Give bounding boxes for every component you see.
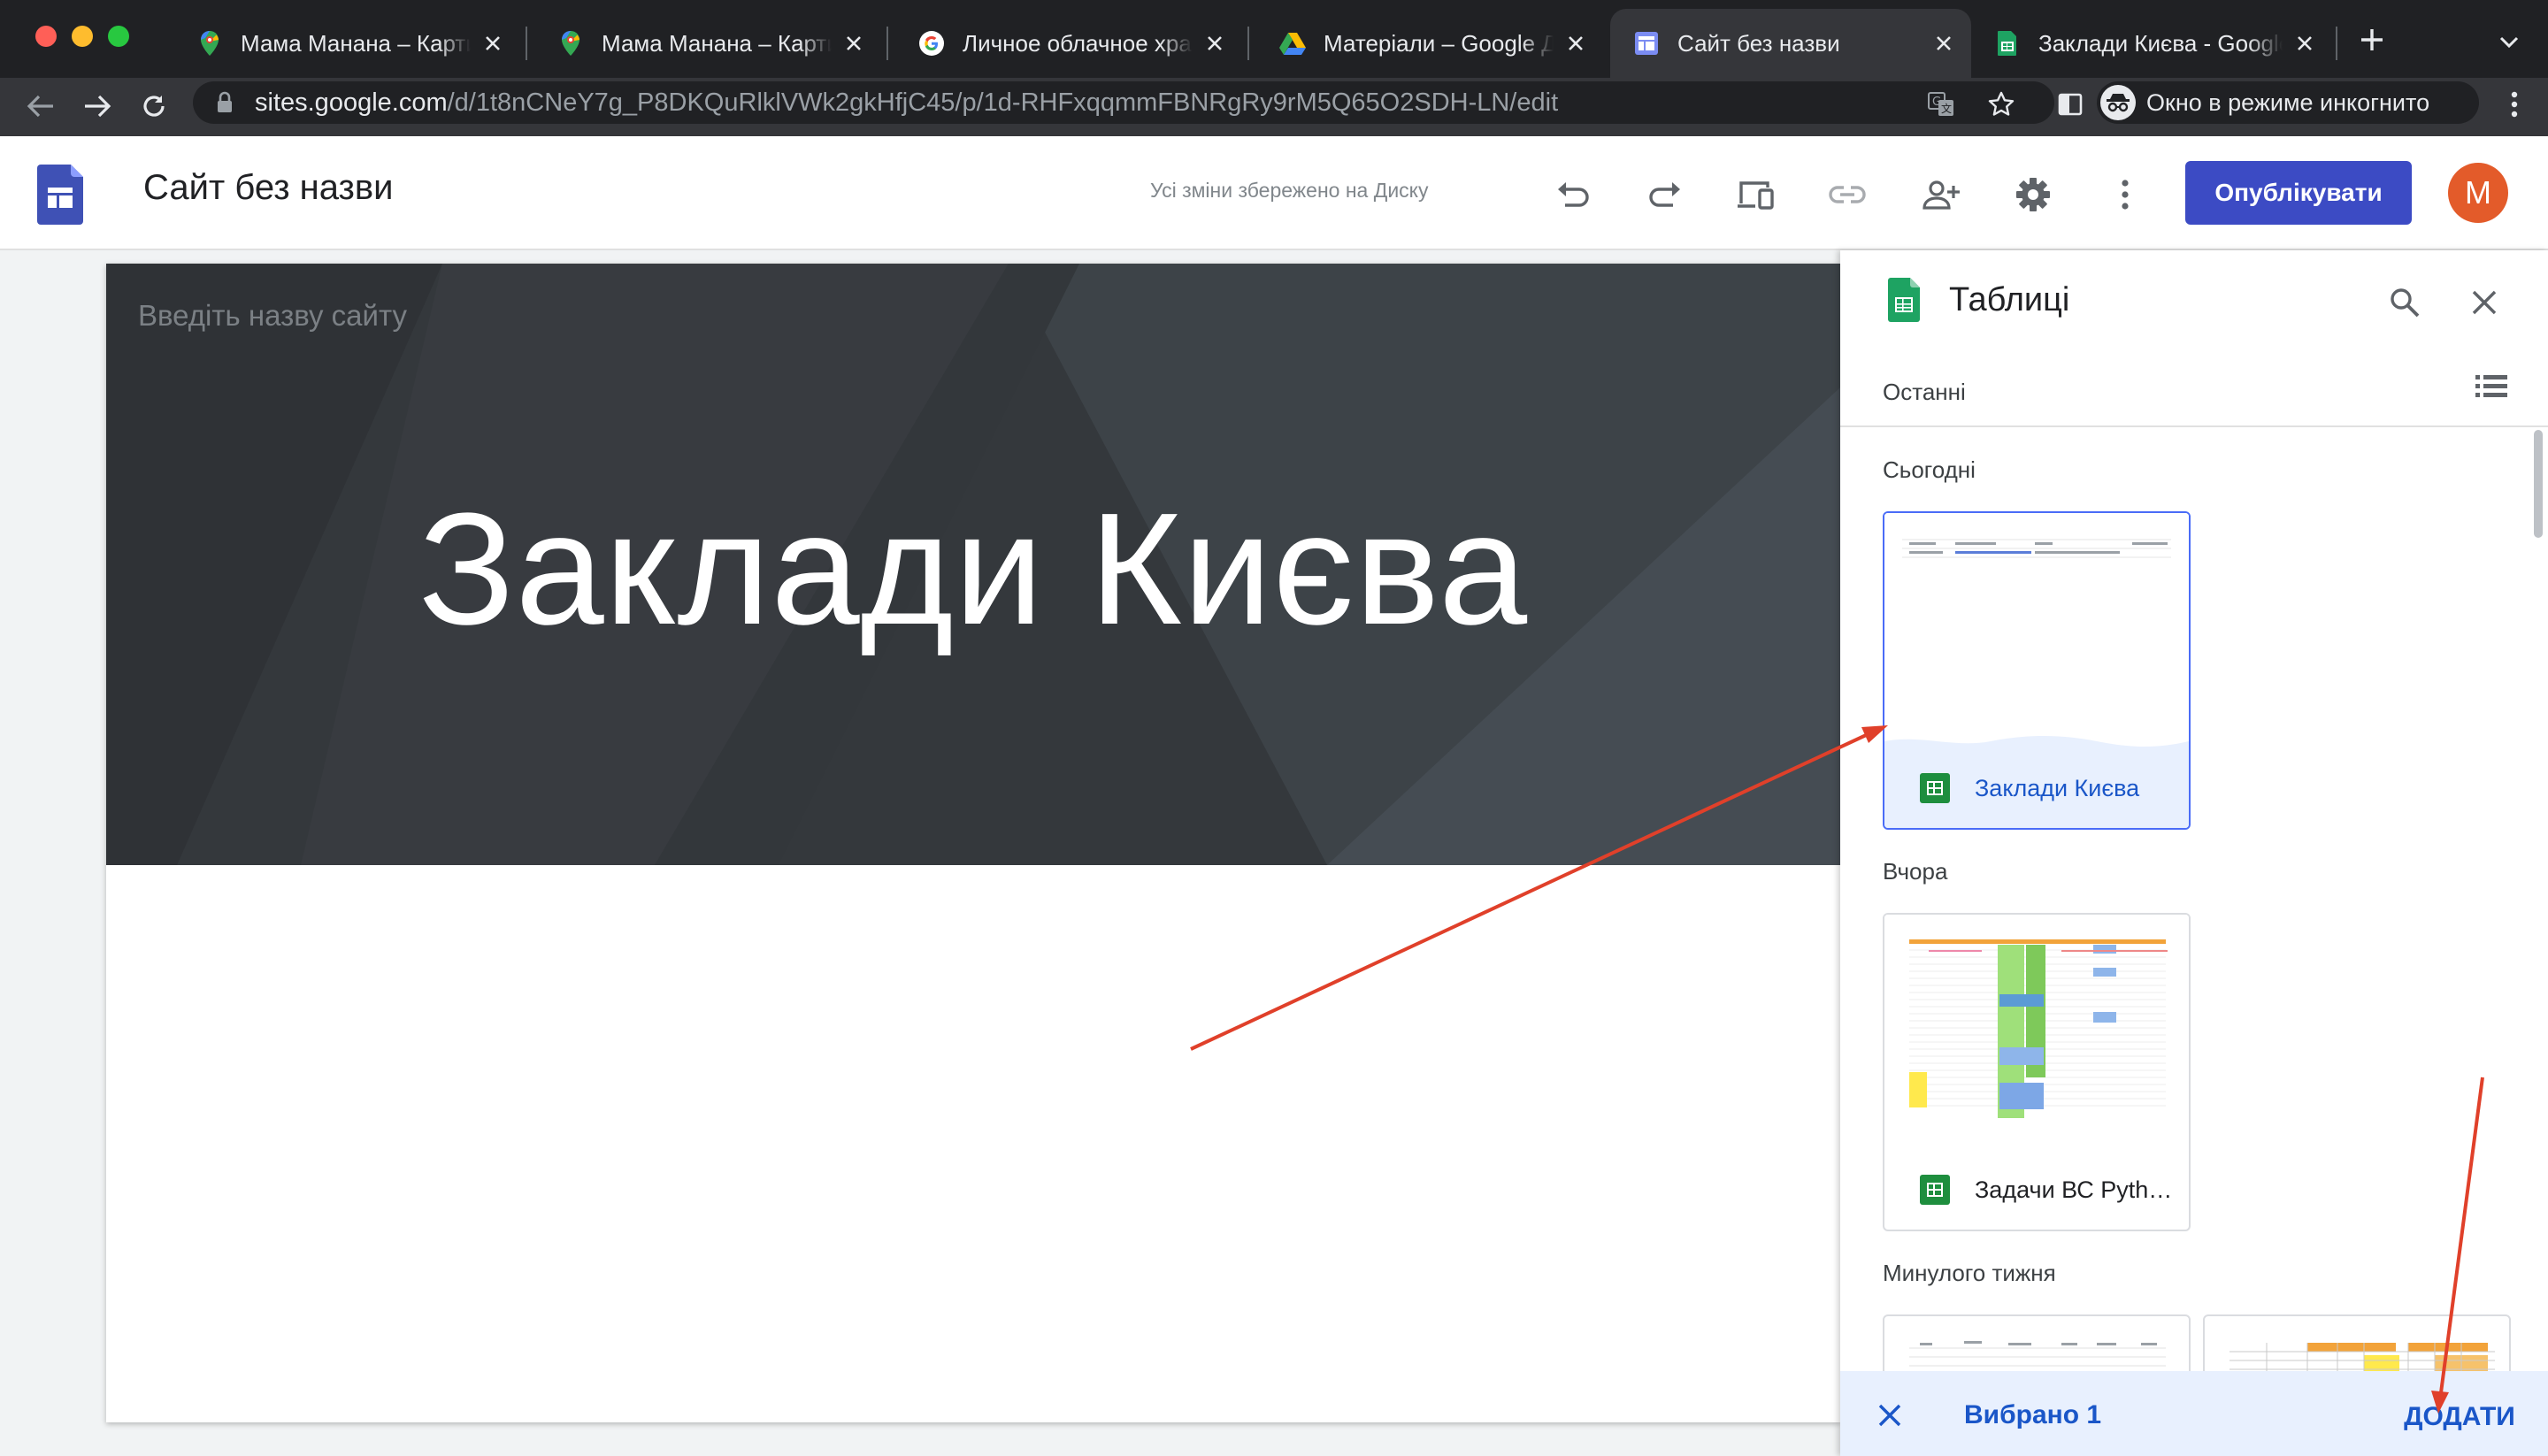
undo-icon[interactable] [1546, 168, 1600, 221]
browser-tab-google[interactable]: Личное облачное хранилище [895, 9, 1242, 78]
browser-tab-drive[interactable]: Матеріали – Google Диск [1256, 9, 1603, 78]
svg-text:文: 文 [1941, 102, 1952, 115]
side-panel-icon[interactable] [2053, 87, 2088, 122]
google-sheets-icon [1920, 773, 1950, 803]
incognito-label: Окно в режиме инкогнито [2146, 88, 2430, 116]
panel-scrollbar-track[interactable] [2532, 427, 2544, 1374]
tab-separator [886, 27, 888, 60]
file-thumbnail [2230, 1343, 2495, 1375]
redo-icon[interactable] [1639, 168, 1692, 221]
window-minimize-button[interactable] [72, 26, 93, 47]
file-card-footer: Задачи ВС Pyth… [1884, 1148, 2189, 1230]
tab-separator [2336, 27, 2337, 60]
site-title-placeholder[interactable]: Введіть назву сайту [138, 299, 407, 333]
panel-title: Таблиці [1949, 281, 2070, 318]
section-last-week: Минулого тижня [1883, 1260, 2056, 1286]
url-text: sites.google.com/d/1t8nCNeY7g_P8DKQuRlkl… [255, 88, 1558, 118]
url-path: /d/1t8nCNeY7g_P8DKQuRlklVWk2gkHfjC45/p/1… [447, 88, 1559, 117]
google-sheets-icon [1994, 30, 2021, 57]
translate-icon[interactable]: G文 [1923, 87, 1959, 122]
tab-title: Мама Манана – Карти Google [602, 29, 832, 57]
file-name: Задачи ВС Pyth… [1975, 1176, 2173, 1203]
section-today: Сьогодні [1883, 456, 1976, 483]
url-host: sites.google.com [255, 88, 448, 117]
window-close-button[interactable] [35, 26, 57, 47]
incognito-icon [2100, 85, 2136, 120]
hero-title[interactable]: Заклади Києва [106, 478, 1840, 661]
tab-title: Мама Манана – Карти Google [241, 29, 471, 57]
avatar[interactable]: M [2448, 163, 2508, 223]
file-card-last-week-1[interactable] [1883, 1314, 2191, 1376]
add-button[interactable]: ДОДАТИ [2389, 1398, 2530, 1437]
file-card-footer: Заклади Києва [1884, 747, 2189, 828]
browser-tab-maps-2[interactable]: Мама Манана – Карти Google [534, 9, 881, 78]
google-maps-icon [557, 30, 584, 57]
tab-title: Матеріали – Google Диск [1324, 29, 1554, 57]
clear-selection-icon[interactable] [1872, 1398, 1907, 1433]
section-yesterday: Вчора [1883, 858, 1948, 885]
back-arrow-icon[interactable] [21, 87, 60, 126]
google-sites-logo-icon[interactable] [37, 165, 83, 225]
file-name: Заклади Києва [1975, 774, 2140, 801]
panel-scrollbar-thumb[interactable] [2534, 430, 2543, 538]
tab-close-icon[interactable] [2293, 32, 2316, 55]
tab-close-icon[interactable] [481, 32, 504, 55]
google-sheets-icon [1888, 278, 1920, 322]
google-g-icon [918, 30, 945, 57]
site-name[interactable]: Сайт без назви [143, 168, 393, 208]
browser-tab-sheets[interactable]: Заклади Києва - Google Таблиці [1971, 9, 2332, 78]
insert-link-icon[interactable] [1821, 168, 1874, 221]
file-card-zaklady-kyieva[interactable]: Заклади Києва [1883, 511, 2191, 830]
publish-button[interactable]: Опублікувати [2185, 161, 2412, 225]
file-thumbnail [1909, 1341, 2166, 1367]
bookmark-star-icon[interactable] [1984, 87, 2019, 122]
tab-title: Сайт без назви [1677, 29, 1840, 57]
browser-menu-icon[interactable] [2497, 87, 2532, 122]
google-sites-icon [1633, 30, 1660, 57]
incognito-indicator[interactable]: Окно в режиме инкогнито [2097, 81, 2479, 124]
new-tab-icon[interactable] [2353, 21, 2391, 58]
tab-separator [1247, 27, 1249, 60]
tab-close-icon[interactable] [1203, 32, 1226, 55]
panel-divider [1840, 425, 2548, 427]
tab-title: Заклади Києва - Google Таблиці [2038, 29, 2283, 57]
close-panel-icon[interactable] [2465, 283, 2504, 322]
recent-filter-label[interactable]: Останні [1883, 379, 1966, 406]
forward-arrow-icon[interactable] [78, 87, 117, 126]
share-add-person-icon[interactable] [1915, 168, 1968, 221]
tab-search-chevron-icon[interactable] [2493, 27, 2525, 58]
tab-close-icon[interactable] [842, 32, 865, 55]
google-sheets-icon [1920, 1175, 1950, 1205]
file-thumbnail [1884, 915, 2189, 1148]
file-card-zadachi[interactable]: Задачи ВС Pyth… [1883, 913, 2191, 1231]
more-options-icon[interactable] [2099, 168, 2152, 221]
preview-devices-icon[interactable] [1729, 168, 1782, 221]
lock-icon [214, 90, 235, 115]
google-drive-icon [1279, 30, 1306, 57]
settings-gear-icon[interactable] [2007, 168, 2060, 221]
address-bar[interactable]: sites.google.com/d/1t8nCNeY7g_P8DKQuRlkl… [193, 81, 2054, 124]
browser-tab-maps-1[interactable]: Мама Манана – Карти Google [173, 9, 520, 78]
tab-close-icon[interactable] [1564, 32, 1587, 55]
browser-tab-sites-active[interactable]: Сайт без назви [1610, 9, 1971, 78]
tab-title: Личное облачное хранилище [963, 29, 1193, 57]
window-zoom-button[interactable] [108, 26, 129, 47]
tab-close-icon[interactable] [1932, 32, 1955, 55]
save-status: Усі зміни збережено на Диску [1150, 179, 1429, 202]
list-view-icon[interactable] [2474, 372, 2509, 402]
reload-icon[interactable] [134, 87, 173, 126]
tab-separator [526, 27, 527, 60]
file-thumbnail [1884, 513, 2189, 747]
selected-count: Вибрано 1 [1964, 1400, 2102, 1429]
search-icon[interactable] [2385, 283, 2424, 322]
file-card-last-week-2[interactable] [2203, 1314, 2511, 1376]
google-maps-icon [196, 30, 223, 57]
